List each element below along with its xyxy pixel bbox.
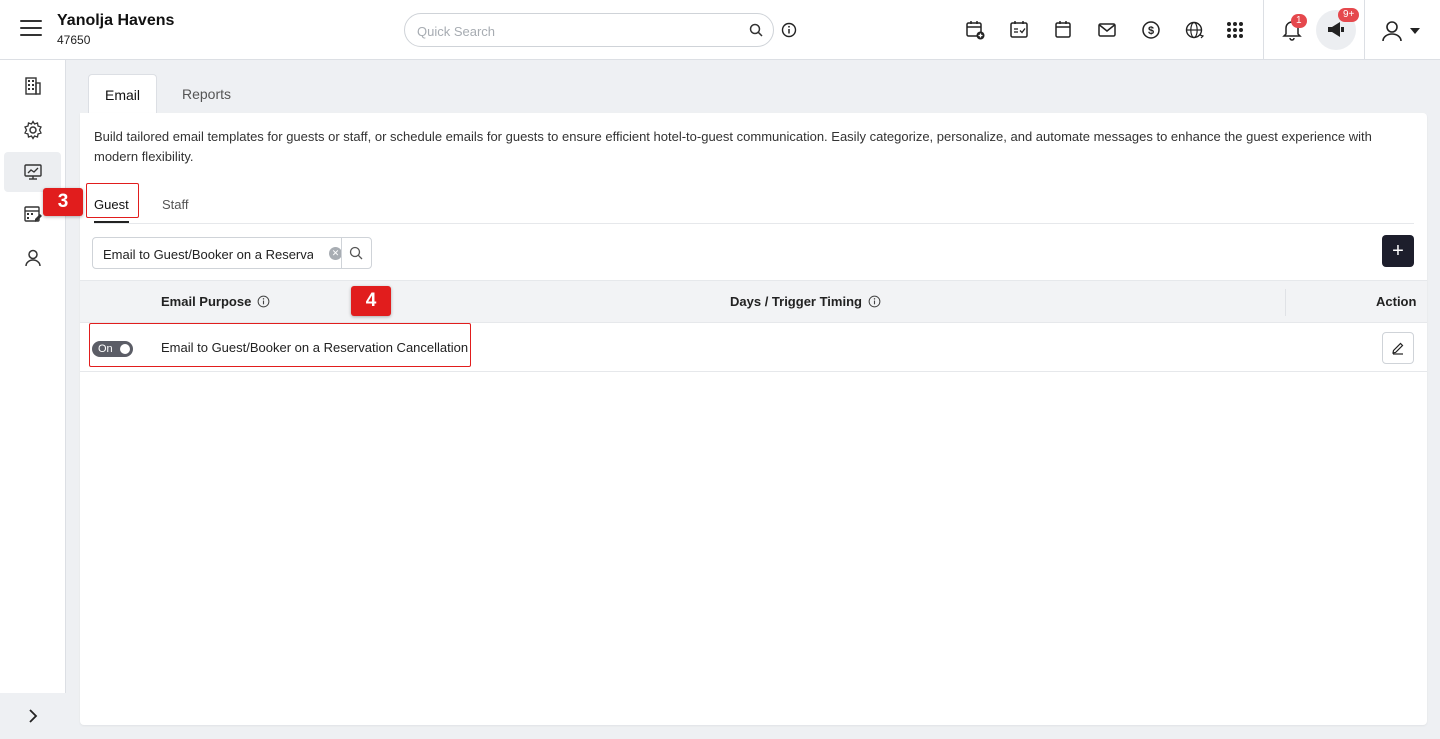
add-template-button[interactable]: + xyxy=(1382,235,1414,267)
user-menu[interactable] xyxy=(1380,18,1426,44)
column-trigger-timing: Days / Trigger Timing xyxy=(730,294,881,309)
rail-item-settings[interactable] xyxy=(4,110,61,150)
info-icon[interactable] xyxy=(868,295,881,308)
announcement-badge: 9+ xyxy=(1338,8,1360,22)
step-badge-3: 3 xyxy=(43,188,83,216)
top-header: Yanolja Havens 47650 $ 1 9+ xyxy=(0,0,1440,60)
template-filter: ✕ xyxy=(92,237,372,269)
left-rail xyxy=(0,60,66,739)
megaphone-icon xyxy=(1328,22,1344,37)
table-header: Email Purpose Days / Trigger Timing Acti… xyxy=(80,280,1427,323)
subtab-guest[interactable]: Guest xyxy=(94,189,129,219)
person-icon xyxy=(24,249,41,267)
search-icon[interactable] xyxy=(749,23,763,42)
globe-icon[interactable] xyxy=(1183,18,1207,42)
hotel-id: 47650 xyxy=(57,33,91,47)
template-filter-input[interactable] xyxy=(103,244,313,264)
notification-badge: 1 xyxy=(1291,14,1307,28)
rail-item-users[interactable] xyxy=(4,238,61,278)
quick-search xyxy=(404,13,774,47)
building-icon xyxy=(24,77,41,95)
email-panel: Build tailored email templates for guest… xyxy=(80,113,1427,725)
tab-email[interactable]: Email xyxy=(88,74,158,114)
info-icon[interactable] xyxy=(257,295,270,308)
calendar-edit-icon xyxy=(23,206,42,222)
info-icon[interactable] xyxy=(781,22,797,43)
filter-divider xyxy=(341,238,342,268)
chevron-right-icon xyxy=(29,709,38,723)
edit-button[interactable] xyxy=(1382,332,1414,364)
search-icon[interactable] xyxy=(349,246,363,265)
calendar-add-icon[interactable] xyxy=(963,18,987,42)
subtab-divider xyxy=(94,223,1414,224)
step-badge-4: 4 xyxy=(351,286,391,316)
expand-rail-button[interactable] xyxy=(0,693,66,739)
svg-text:$: $ xyxy=(1148,25,1154,37)
column-label: Email Purpose xyxy=(161,294,252,309)
page-description: Build tailored email templates for guest… xyxy=(94,129,1372,164)
column-action: Action xyxy=(1376,294,1416,309)
rail-item-property[interactable] xyxy=(4,66,61,106)
calendar-check-icon[interactable] xyxy=(1007,18,1031,42)
pencil-icon xyxy=(1392,342,1404,355)
status-toggle[interactable]: On xyxy=(92,341,133,357)
calendar-icon[interactable] xyxy=(1051,18,1075,42)
column-divider xyxy=(1285,289,1286,316)
column-label: Days / Trigger Timing xyxy=(730,294,862,309)
hotel-name: Yanolja Havens xyxy=(57,12,175,29)
user-icon xyxy=(1382,21,1402,42)
header-divider xyxy=(1364,0,1365,60)
table-row: On Email to Guest/Booker on a Reservatio… xyxy=(80,323,1427,372)
apps-grid-icon[interactable] xyxy=(1223,18,1247,42)
mail-icon[interactable] xyxy=(1095,18,1119,42)
tab-reports[interactable]: Reports xyxy=(166,74,247,114)
quick-search-input[interactable] xyxy=(417,21,737,41)
column-email-purpose: Email Purpose xyxy=(161,294,270,309)
gear-icon xyxy=(23,120,42,140)
column-label: Action xyxy=(1376,294,1417,309)
rail-item-display[interactable] xyxy=(4,152,61,192)
email-purpose-cell: Email to Guest/Booker on a Reservation C… xyxy=(161,340,469,355)
menu-icon[interactable] xyxy=(20,20,42,38)
caret-down-icon xyxy=(1410,28,1420,34)
subtab-staff[interactable]: Staff xyxy=(162,189,189,219)
plus-icon: + xyxy=(1392,239,1404,262)
header-divider xyxy=(1263,0,1264,60)
monitor-icon xyxy=(23,164,42,180)
toggle-label: On xyxy=(98,343,113,355)
toggle-knob xyxy=(120,344,130,354)
dollar-icon[interactable]: $ xyxy=(1139,18,1163,42)
